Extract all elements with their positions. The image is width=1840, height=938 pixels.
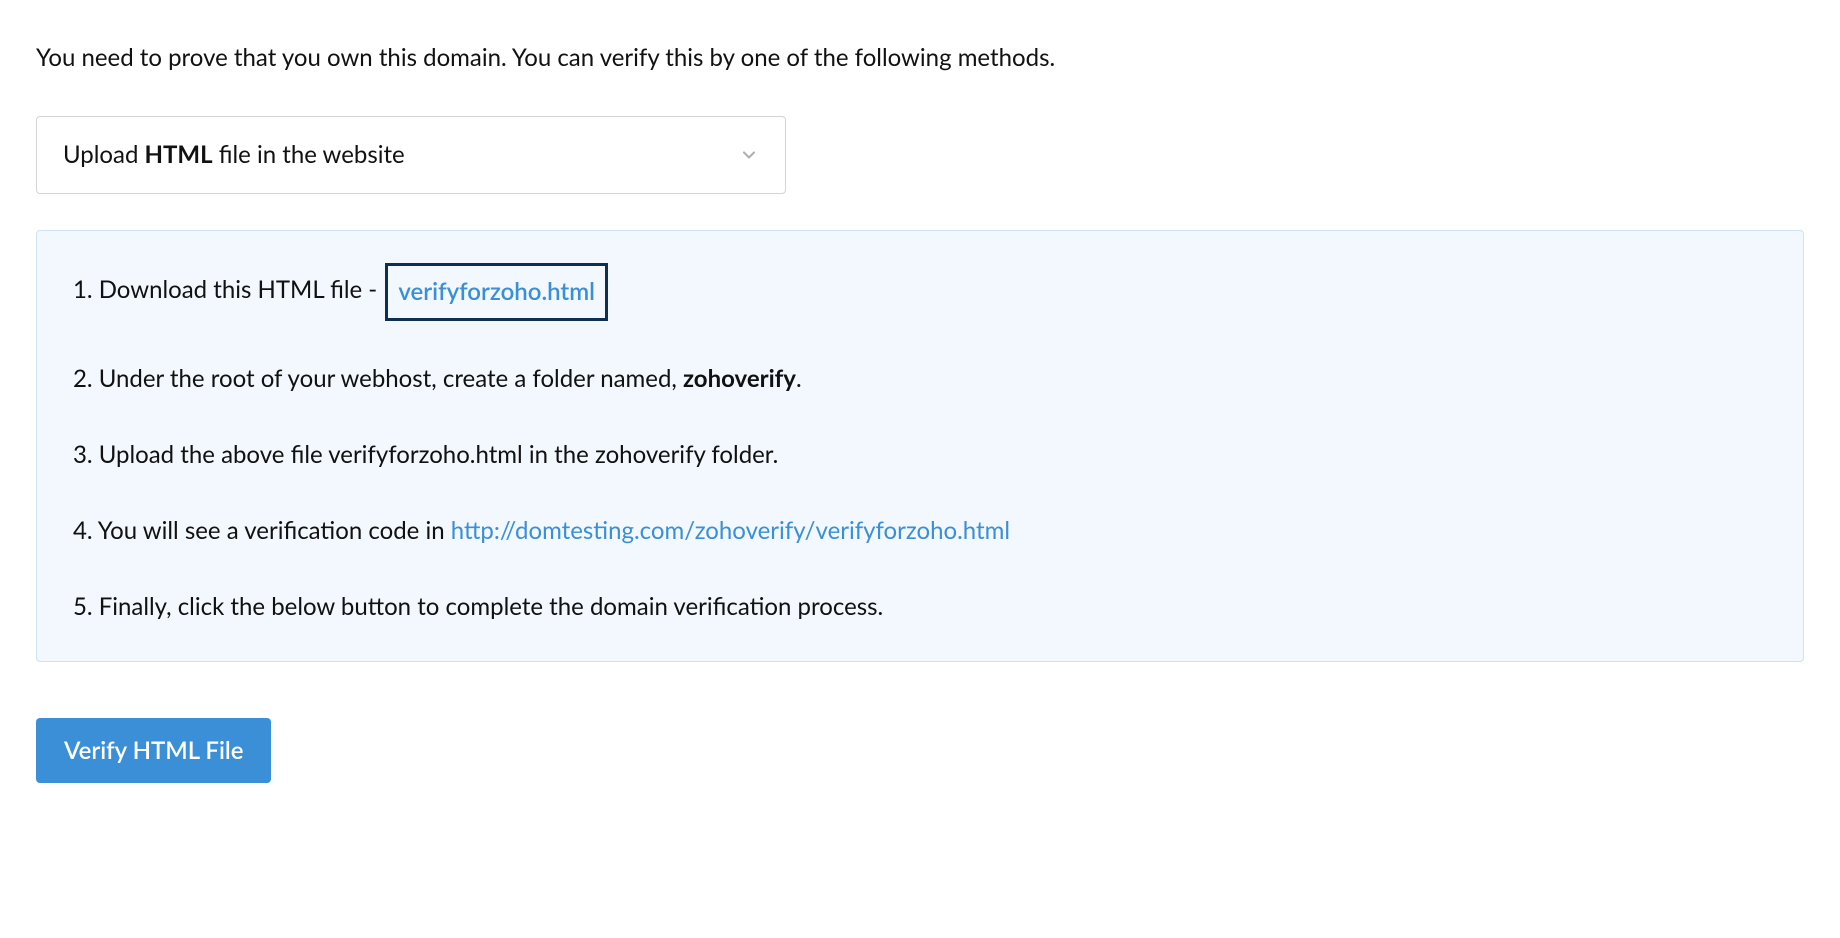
dropdown-label-suffix: file in the website [213,140,405,169]
step-1-text: 1. Download this HTML file - [73,275,383,304]
step-2: 2. Under the root of your webhost, creat… [73,361,1767,397]
step-4-prefix: 4. You will see a verification code in [73,516,451,545]
step-2-suffix: . [796,364,802,393]
verify-html-file-button[interactable]: Verify HTML File [36,718,271,783]
dropdown-selected-label: Upload HTML file in the website [63,137,405,173]
verification-method-dropdown[interactable]: Upload HTML file in the website [36,116,786,194]
verification-url-link[interactable]: http://domtesting.com/zohoverify/verifyf… [451,516,1010,545]
step-2-folder-name: zohoverify [683,364,796,393]
step-2-prefix: 2. Under the root of your webhost, creat… [73,364,683,393]
step-3: 3. Upload the above file verifyforzoho.h… [73,437,1767,473]
chevron-down-icon [739,145,759,165]
download-file-link[interactable]: verifyforzoho.html [385,263,608,321]
instructions-panel: 1. Download this HTML file - verifyforzo… [36,230,1804,662]
intro-text: You need to prove that you own this doma… [36,40,1804,76]
dropdown-label-prefix: Upload [63,140,145,169]
step-1: 1. Download this HTML file - verifyforzo… [73,263,1767,321]
dropdown-label-bold: HTML [145,140,213,169]
step-5: 5. Finally, click the below button to co… [73,589,1767,625]
step-4: 4. You will see a verification code in h… [73,513,1767,549]
